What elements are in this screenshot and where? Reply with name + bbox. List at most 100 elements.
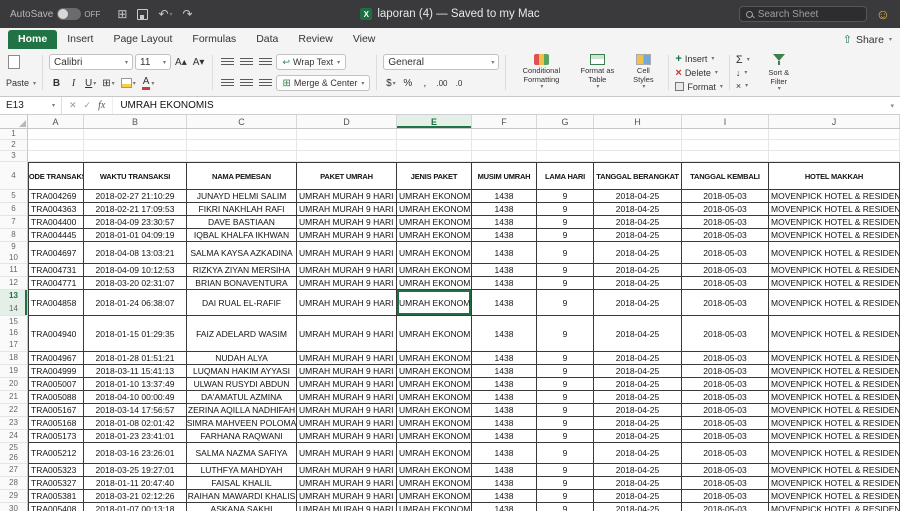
cell-I20[interactable]: 2018-05-03 xyxy=(682,378,769,391)
row-header-23[interactable]: 23 xyxy=(0,417,28,430)
paste-button[interactable]: Paste▾ xyxy=(6,77,36,90)
cell-I29[interactable]: 2018-05-03 xyxy=(682,490,769,503)
cell-A11[interactable]: TRA004731 xyxy=(28,264,84,277)
cell-B5[interactable]: 2018-02-27 21:10:29 xyxy=(84,190,187,203)
conditional-formatting-button[interactable]: Conditional Formatting ▾ xyxy=(512,52,570,93)
cell-J24[interactable]: MOVENPICK HOTEL & RESIDENCE H xyxy=(769,430,900,443)
cell-A4[interactable]: KODE TRANSAKSI xyxy=(28,162,84,190)
format-button[interactable]: Format▾ xyxy=(675,80,723,93)
cell-A8[interactable]: TRA004445 xyxy=(28,229,84,242)
cell-J23[interactable]: MOVENPICK HOTEL & RESIDENCE H xyxy=(769,417,900,430)
cell-B30[interactable]: 2018-01-07 00:13:18 xyxy=(84,503,187,511)
cell-F25[interactable]: 1438 xyxy=(472,443,537,464)
font-color-icon[interactable]: A▾ xyxy=(140,75,157,91)
tab-page-layout[interactable]: Page Layout xyxy=(103,30,182,49)
cell-H19[interactable]: 2018-04-25 xyxy=(594,365,682,378)
cell-B3[interactable] xyxy=(84,151,187,162)
cell-G9[interactable]: 9 xyxy=(537,242,594,264)
cell-J21[interactable]: MOVENPICK HOTEL & RESIDENCE H xyxy=(769,391,900,404)
cell-H8[interactable]: 2018-04-25 xyxy=(594,229,682,242)
cell-A18[interactable]: TRA004967 xyxy=(28,352,84,365)
cell-A21[interactable]: TRA005088 xyxy=(28,391,84,404)
cell-J29[interactable]: MOVENPICK HOTEL & RESIDENCE H xyxy=(769,490,900,503)
row-header-25[interactable]: 2526 xyxy=(0,443,28,464)
share-button[interactable]: ⇧ Share ▾ xyxy=(843,33,892,49)
cell-J27[interactable]: MOVENPICK HOTEL & RESIDENCE H xyxy=(769,464,900,477)
cell-I11[interactable]: 2018-05-03 xyxy=(682,264,769,277)
format-as-table-button[interactable]: Format as Table ▾ xyxy=(573,52,621,93)
cell-D13[interactable]: UMRAH MURAH 9 HARI xyxy=(297,290,397,316)
cell-H20[interactable]: 2018-04-25 xyxy=(594,378,682,391)
cell-B29[interactable]: 2018-03-21 02:12:26 xyxy=(84,490,187,503)
cell-B12[interactable]: 2018-03-20 02:31:07 xyxy=(84,277,187,290)
cell-J1[interactable] xyxy=(769,129,900,140)
cell-H24[interactable]: 2018-04-25 xyxy=(594,430,682,443)
cell-D6[interactable]: UMRAH MURAH 9 HARI xyxy=(297,203,397,216)
cell-G30[interactable]: 9 xyxy=(537,503,594,511)
cell-C28[interactable]: FAISAL KHALIL xyxy=(187,477,297,490)
cell-C9[interactable]: SALMA KAYSA AZKADINA xyxy=(187,242,297,264)
cell-I12[interactable]: 2018-05-03 xyxy=(682,277,769,290)
cell-H13[interactable]: 2018-04-25 xyxy=(594,290,682,316)
cell-H6[interactable]: 2018-04-25 xyxy=(594,203,682,216)
cell-E3[interactable] xyxy=(397,151,472,162)
cell-G24[interactable]: 9 xyxy=(537,430,594,443)
cell-A22[interactable]: TRA005167 xyxy=(28,404,84,417)
cell-B15[interactable]: 2018-01-15 01:29:35 xyxy=(84,316,187,352)
align-right-icon[interactable] xyxy=(257,75,274,91)
cell-C11[interactable]: RIZKYA ZIYAN MERSIHA xyxy=(187,264,297,277)
cell-B11[interactable]: 2018-04-09 10:12:53 xyxy=(84,264,187,277)
row-header-4[interactable]: 4 xyxy=(0,162,28,190)
cell-H15[interactable]: 2018-04-25 xyxy=(594,316,682,352)
cell-C7[interactable]: DAVE BASTIAAN xyxy=(187,216,297,229)
cell-E23[interactable]: UMRAH EKONOMIS xyxy=(397,417,472,430)
cell-I28[interactable]: 2018-05-03 xyxy=(682,477,769,490)
number-format-select[interactable]: General▾ xyxy=(383,54,499,70)
row-header-1[interactable]: 1 xyxy=(0,129,28,140)
cell-I13[interactable]: 2018-05-03 xyxy=(682,290,769,316)
cell-A5[interactable]: TRA004269 xyxy=(28,190,84,203)
view-switcher-icon[interactable]: ⊞ xyxy=(117,7,127,21)
cell-A13[interactable]: TRA004858 xyxy=(28,290,84,316)
column-header-C[interactable]: C xyxy=(187,115,297,128)
cell-C2[interactable] xyxy=(187,140,297,151)
tab-formulas[interactable]: Formulas xyxy=(182,30,246,49)
cell-F1[interactable] xyxy=(472,129,537,140)
cell-J13[interactable]: MOVENPICK HOTEL & RESIDENCE H xyxy=(769,290,900,316)
cell-F27[interactable]: 1438 xyxy=(472,464,537,477)
cell-H1[interactable] xyxy=(594,129,682,140)
row-header-3[interactable]: 3 xyxy=(0,151,28,162)
cell-E11[interactable]: UMRAH EKONOMIS xyxy=(397,264,472,277)
cell-D22[interactable]: UMRAH MURAH 9 HARI xyxy=(297,404,397,417)
cell-D5[interactable]: UMRAH MURAH 9 HARI xyxy=(297,190,397,203)
save-icon[interactable] xyxy=(137,9,148,20)
cell-H29[interactable]: 2018-04-25 xyxy=(594,490,682,503)
cell-A25[interactable]: TRA005212 xyxy=(28,443,84,464)
cell-G5[interactable]: 9 xyxy=(537,190,594,203)
cell-J25[interactable]: MOVENPICK HOTEL & RESIDENCE H xyxy=(769,443,900,464)
cell-C25[interactable]: SALMA NAZMA SAFIYA xyxy=(187,443,297,464)
tab-home[interactable]: Home xyxy=(8,30,57,49)
cell-C18[interactable]: NUDAH ALYA xyxy=(187,352,297,365)
cell-B19[interactable]: 2018-03-11 15:41:13 xyxy=(84,365,187,378)
cell-B7[interactable]: 2018-04-09 23:30:57 xyxy=(84,216,187,229)
cell-D1[interactable] xyxy=(297,129,397,140)
cell-A1[interactable] xyxy=(28,129,84,140)
cell-A28[interactable]: TRA005327 xyxy=(28,477,84,490)
row-header-2[interactable]: 2 xyxy=(0,140,28,151)
cell-B13[interactable]: 2018-01-24 06:38:07 xyxy=(84,290,187,316)
cell-D9[interactable]: UMRAH MURAH 9 HARI xyxy=(297,242,397,264)
cell-J9[interactable]: MOVENPICK HOTEL & RESIDENCE H xyxy=(769,242,900,264)
cell-J4[interactable]: HOTEL MAKKAH xyxy=(769,162,900,190)
cell-A27[interactable]: TRA005323 xyxy=(28,464,84,477)
cell-H28[interactable]: 2018-04-25 xyxy=(594,477,682,490)
cell-E5[interactable]: UMRAH EKONOMIS xyxy=(397,190,472,203)
cell-F23[interactable]: 1438 xyxy=(472,417,537,430)
cell-F11[interactable]: 1438 xyxy=(472,264,537,277)
cell-D8[interactable]: UMRAH MURAH 9 HARI xyxy=(297,229,397,242)
cell-A15[interactable]: TRA004940 xyxy=(28,316,84,352)
feedback-smiley-icon[interactable]: ☺ xyxy=(876,7,890,21)
column-header-I[interactable]: I xyxy=(682,115,769,128)
cell-B6[interactable]: 2018-02-21 17:09:53 xyxy=(84,203,187,216)
cell-I19[interactable]: 2018-05-03 xyxy=(682,365,769,378)
